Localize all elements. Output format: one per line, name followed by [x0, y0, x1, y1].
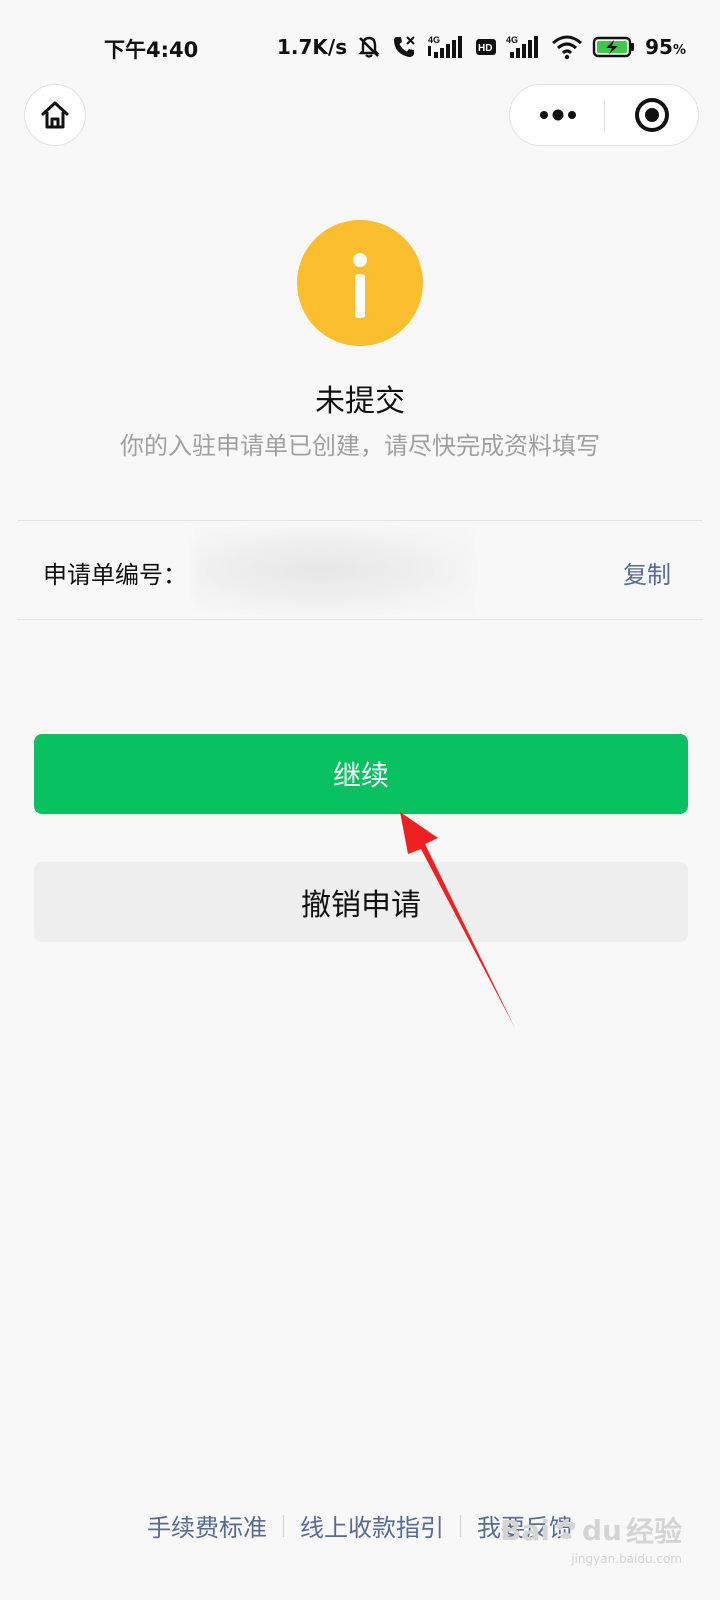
more-dots-icon: [539, 109, 576, 121]
status-bar: 下午4:40 1.7K/s 4G HD 4G 95%: [0, 0, 720, 96]
cancel-application-button[interactable]: 撤销申请: [34, 862, 688, 942]
footer-link-payment-guide[interactable]: 线上收款指引: [300, 1508, 444, 1543]
menu-capsule: [509, 84, 699, 146]
signal-4g-icon: 4G: [428, 35, 463, 58]
more-button[interactable]: [510, 85, 605, 145]
home-icon: [41, 101, 69, 129]
watermark-logo: Bai du 经验: [500, 1513, 682, 1549]
hd-icon: HD: [476, 39, 497, 55]
paw-icon: [557, 1519, 575, 1539]
call-icon: [394, 36, 415, 57]
baidu-watermark: Bai du 经验 jingyan.baidu.com: [500, 1510, 682, 1567]
footer-link-fee-standard[interactable]: 手续费标准: [147, 1508, 267, 1543]
battery-charging-icon: [592, 36, 635, 58]
bell-muted-icon: [358, 36, 381, 58]
order-number-label: 申请单编号：: [43, 561, 187, 589]
signal-4g-icon: 4G: [506, 35, 539, 58]
status-description: 你的入驻申请单已创建，请尽快完成资料填写: [120, 432, 600, 460]
watermark-url: jingyan.baidu.com: [571, 1552, 682, 1566]
info-icon: [297, 220, 423, 346]
network-speed: 1.7K/s: [276, 35, 348, 59]
battery-percent: 95%: [645, 35, 686, 59]
status-time: 下午4:40: [104, 38, 199, 62]
order-number-value-blurred: [194, 527, 474, 613]
info-icon-dot: [353, 253, 367, 267]
order-number-row: 申请单编号： 复制: [17, 520, 703, 620]
status-icons: 1.7K/s 4G HD 4G 95%: [277, 32, 686, 62]
target-close-icon: [635, 98, 669, 132]
home-button[interactable]: [24, 84, 86, 146]
footer-divider: [283, 1514, 284, 1537]
status-title: 未提交: [315, 384, 405, 419]
wifi-icon: [552, 35, 583, 60]
svg-text:4G: 4G: [506, 35, 518, 45]
close-button[interactable]: [605, 85, 699, 145]
copy-button[interactable]: 复制: [623, 555, 671, 590]
footer-divider: [460, 1514, 461, 1537]
svg-text:HD: HD: [478, 43, 492, 54]
continue-button[interactable]: 继续: [34, 734, 688, 814]
svg-text:4G: 4G: [428, 35, 440, 45]
info-icon-stem: [355, 274, 365, 318]
